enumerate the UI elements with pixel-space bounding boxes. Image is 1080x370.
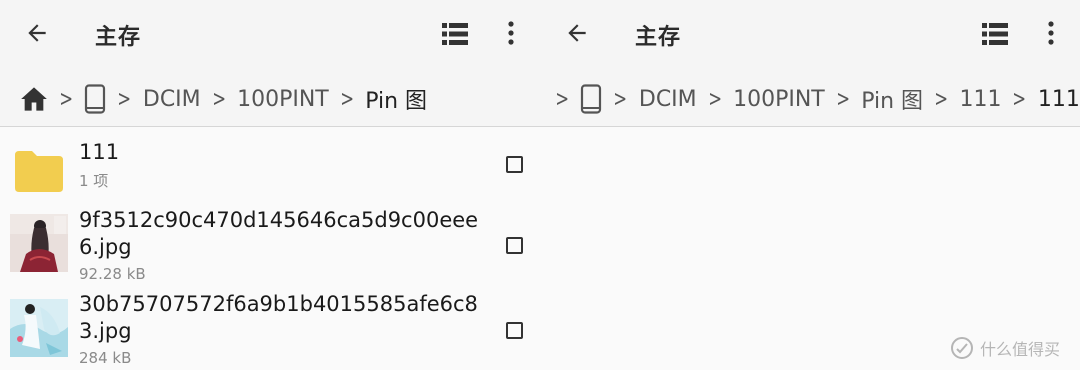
crumb-100pint[interactable]: 100PINT	[237, 87, 329, 112]
select-checkbox[interactable]	[506, 322, 523, 339]
image-preview-icon	[10, 214, 68, 272]
more-vertical-icon	[508, 21, 514, 45]
folder-icon	[15, 151, 63, 192]
item-meta: 92.28 kB	[79, 265, 146, 283]
image-thumbnail	[10, 299, 68, 357]
item-meta: 284 kB	[79, 349, 132, 367]
crumb-111[interactable]: 111	[959, 87, 1001, 112]
home-icon	[21, 87, 47, 111]
breadcrumb: > > DCIM > 100PINT > Pin 图 > 111 > 1111	[540, 72, 1080, 126]
image-preview-icon	[10, 299, 68, 357]
chevron-right-icon: >	[117, 86, 132, 112]
image-thumbnail	[10, 214, 68, 272]
device-crumb[interactable]	[580, 84, 602, 114]
chevron-right-icon: >	[934, 86, 949, 112]
crumb-1111[interactable]: 1111	[1038, 87, 1080, 112]
chevron-right-icon: >	[59, 86, 74, 112]
back-button[interactable]	[560, 16, 594, 50]
more-vertical-icon	[1048, 21, 1054, 45]
list-item[interactable]: 111 1 项	[0, 127, 540, 203]
item-name: 111	[79, 140, 120, 164]
select-checkbox[interactable]	[506, 156, 523, 173]
item-name-line2: 6.jpg	[79, 235, 132, 259]
list-view-button[interactable]	[980, 20, 1010, 48]
more-options-button[interactable]	[1040, 18, 1062, 48]
phone-icon	[581, 84, 602, 114]
list-item[interactable]: 9f3512c90c470d145646ca5d9c00eee 6.jpg 92…	[0, 203, 540, 287]
more-options-button[interactable]	[500, 18, 522, 48]
watermark-text: 什么值得买	[980, 340, 1061, 359]
list-item[interactable]: 30b75707572f6a9b1b4015585afe6c8 3.jpg 28…	[0, 287, 540, 370]
page-title: 主存	[635, 25, 682, 50]
phone-icon	[85, 84, 106, 114]
watermark-logo-icon	[951, 337, 973, 359]
chevron-right-icon: >	[555, 86, 570, 112]
page-title: 主存	[95, 25, 142, 50]
item-name-line2: 3.jpg	[79, 319, 132, 343]
crumb-dcim[interactable]: DCIM	[143, 87, 201, 112]
back-button[interactable]	[20, 16, 54, 50]
crumb-pin[interactable]: Pin 图	[861, 83, 923, 115]
chevron-right-icon: >	[836, 86, 850, 112]
chevron-right-icon: >	[211, 86, 226, 112]
crumb-dcim[interactable]: DCIM	[639, 87, 697, 112]
item-name-line1: 9f3512c90c470d145646ca5d9c00eee	[79, 208, 479, 232]
arrow-left-icon	[28, 24, 46, 42]
chevron-right-icon: >	[707, 86, 722, 112]
list-view-button[interactable]	[440, 20, 470, 48]
folder-thumbnail	[10, 139, 68, 197]
toolbar: 主存	[540, 0, 1080, 66]
breadcrumb: > > DCIM > 100PINT > Pin 图	[0, 72, 540, 126]
item-meta: 1 项	[79, 172, 109, 190]
arrow-left-icon	[568, 24, 586, 42]
crumb-pin[interactable]: Pin 图	[365, 83, 427, 115]
home-crumb[interactable]	[20, 86, 48, 112]
crumb-100pint[interactable]: 100PINT	[733, 87, 825, 112]
watermark: 什么值得买	[950, 336, 1060, 360]
device-crumb[interactable]	[84, 84, 106, 114]
list-view-icon	[442, 23, 468, 45]
list-view-icon	[982, 23, 1008, 45]
chevron-right-icon: >	[1012, 86, 1027, 112]
select-checkbox[interactable]	[506, 237, 523, 254]
item-name-line1: 30b75707572f6a9b1b4015585afe6c8	[79, 292, 478, 316]
file-list-area: 111 1 项 9f3512c90c470d145646ca5d9c00eee …	[0, 127, 1080, 370]
toolbar: 主存	[0, 0, 540, 66]
chevron-right-icon: >	[613, 86, 628, 112]
chevron-right-icon: >	[340, 86, 354, 112]
